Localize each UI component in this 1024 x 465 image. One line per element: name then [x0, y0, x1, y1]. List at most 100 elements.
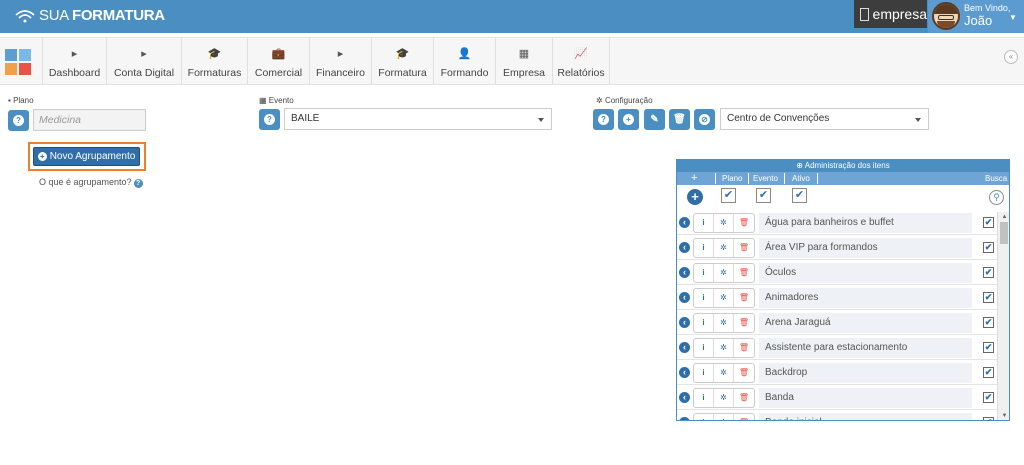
- item-active-checkbox[interactable]: ✔: [983, 267, 994, 278]
- info-icon[interactable]: i: [694, 414, 714, 420]
- nav-item-formaturas[interactable]: 🎓 Formaturas: [181, 38, 247, 85]
- item-name[interactable]: Água para banheiros e buffet: [759, 213, 972, 233]
- scroll-thumb[interactable]: [1000, 222, 1008, 244]
- panel-scrollbar[interactable]: ▲ ▼: [997, 212, 1009, 420]
- info-icon[interactable]: i: [694, 314, 714, 332]
- gear-icon[interactable]: ✲: [714, 339, 734, 357]
- trash-icon[interactable]: 🗑: [734, 214, 754, 232]
- trash-icon[interactable]: 🗑: [734, 389, 754, 407]
- config-add-button[interactable]: +: [618, 109, 639, 130]
- gear-icon[interactable]: ✲: [714, 314, 734, 332]
- evento-select[interactable]: BAILE: [284, 108, 552, 130]
- config-delete-button[interactable]: 🗑: [669, 109, 690, 130]
- item-name[interactable]: Animadores: [759, 288, 972, 308]
- company-name: empresa: [872, 6, 927, 22]
- trash-icon[interactable]: 🗑: [734, 339, 754, 357]
- trash-icon[interactable]: 🗑: [734, 264, 754, 282]
- scroll-down-icon[interactable]: ▼: [998, 411, 1009, 420]
- filter-evento-checkbox[interactable]: ✔: [756, 188, 771, 203]
- chevron-left-icon[interactable]: ‹: [679, 267, 690, 278]
- item-name[interactable]: Assistente para estacionamento: [759, 338, 972, 358]
- gear-icon[interactable]: ✲: [714, 214, 734, 232]
- nav-item-empresa[interactable]: ▦ Empresa: [495, 38, 552, 85]
- chevron-left-icon[interactable]: ‹: [679, 317, 690, 328]
- info-icon[interactable]: i: [694, 339, 714, 357]
- config-select[interactable]: Centro de Convenções: [720, 108, 929, 130]
- config-edit-button[interactable]: ✎: [644, 109, 665, 130]
- gear-icon[interactable]: ✲: [714, 414, 734, 420]
- nav-item-formando[interactable]: 👤 Formando: [433, 38, 495, 85]
- gear-icon[interactable]: ✲: [714, 239, 734, 257]
- item-name[interactable]: Área VIP para formandos: [759, 238, 972, 258]
- company-switcher[interactable]: empresa: [854, 0, 927, 28]
- config-help-button[interactable]: ?: [593, 109, 614, 130]
- nav-item-formatura[interactable]: 🎓 Formatura: [371, 38, 433, 85]
- item-active-checkbox[interactable]: ✔: [983, 367, 994, 378]
- panel-column-headers: + Plano Evento Ativo Busca: [677, 172, 1009, 185]
- gear-icon[interactable]: ✲: [714, 289, 734, 307]
- config-disable-button[interactable]: ⊘: [694, 109, 715, 130]
- brand-logo[interactable]: SUA FORMATURA: [14, 7, 165, 24]
- evento-help-button[interactable]: ?: [259, 109, 280, 130]
- chevron-left-icon[interactable]: ‹: [679, 292, 690, 303]
- info-icon[interactable]: i: [694, 239, 714, 257]
- trash-icon[interactable]: 🗑: [734, 314, 754, 332]
- item-active-checkbox[interactable]: ✔: [983, 392, 994, 403]
- gear-icon[interactable]: ✲: [714, 389, 734, 407]
- item-active-checkbox[interactable]: ✔: [983, 292, 994, 303]
- chevron-left-icon[interactable]: ‹: [679, 392, 690, 403]
- nav-item-relat-rios[interactable]: 📈 Relatórios: [552, 38, 609, 85]
- info-icon[interactable]: i: [694, 264, 714, 282]
- nav-item-financeiro[interactable]: ▸ Financeiro: [309, 38, 371, 85]
- trash-icon[interactable]: 🗑: [734, 289, 754, 307]
- search-icon[interactable]: ⚲: [989, 190, 1004, 205]
- add-item-button[interactable]: +: [687, 189, 703, 205]
- filter-plano-checkbox[interactable]: ✔: [721, 188, 736, 203]
- item-name[interactable]: Arena Jaraguá: [759, 313, 972, 333]
- nav-item-conta-digital[interactable]: ▸ Conta Digital: [106, 38, 181, 85]
- chevron-left-icon[interactable]: ‹: [679, 367, 690, 378]
- nav-item-dashboard[interactable]: ▸ Dashboard: [42, 38, 106, 85]
- info-icon[interactable]: i: [694, 214, 714, 232]
- novo-agrupamento-button[interactable]: + Novo Agrupamento: [33, 147, 140, 166]
- list-item: ‹ i ✲ 🗑 Arena Jaraguá ✔: [677, 312, 997, 335]
- list-item: ‹ i ✲ 🗑 Área VIP para formandos ✔: [677, 237, 997, 260]
- user-menu[interactable]: Bem Vindo, João ▼: [928, 0, 1024, 33]
- scroll-up-icon[interactable]: ▲: [998, 212, 1009, 222]
- plano-field[interactable]: Medicina: [33, 109, 146, 131]
- gear-icon[interactable]: ✲: [714, 364, 734, 382]
- info-icon[interactable]: i: [694, 389, 714, 407]
- chevron-left-icon[interactable]: ‹: [679, 417, 690, 420]
- chevron-down-icon: [538, 118, 544, 122]
- help-link[interactable]: O que é agrupamento??: [39, 177, 143, 188]
- item-name[interactable]: Banda inicial: [759, 413, 972, 420]
- apps-grid-icon[interactable]: [5, 49, 31, 75]
- chevron-left-icon[interactable]: ‹: [679, 342, 690, 353]
- nav-item-label: Formaturas: [187, 67, 242, 79]
- item-active-checkbox[interactable]: ✔: [983, 217, 994, 228]
- question-icon: ?: [264, 114, 275, 125]
- nav-item-comercial[interactable]: 💼 Comercial: [247, 38, 309, 85]
- chevron-left-icon[interactable]: ‹: [679, 242, 690, 253]
- trash-icon[interactable]: 🗑: [734, 364, 754, 382]
- chevron-left-icon[interactable]: ‹: [679, 217, 690, 228]
- item-active-checkbox[interactable]: ✔: [983, 417, 994, 420]
- item-name[interactable]: Óculos: [759, 263, 972, 283]
- item-active-checkbox[interactable]: ✔: [983, 342, 994, 353]
- trash-icon[interactable]: 🗑: [734, 239, 754, 257]
- chevron-down-icon: [915, 118, 921, 122]
- filter-ativo-checkbox[interactable]: ✔: [792, 188, 807, 203]
- gear-icon[interactable]: ✲: [714, 264, 734, 282]
- info-icon[interactable]: i: [694, 289, 714, 307]
- item-active-checkbox[interactable]: ✔: [983, 242, 994, 253]
- plano-help-button[interactable]: ?: [8, 110, 29, 131]
- item-name[interactable]: Backdrop: [759, 363, 972, 383]
- list-item: ‹ i ✲ 🗑 Backdrop ✔: [677, 362, 997, 385]
- top-bar: SUA FORMATURA empresa Bem Vindo, João ▼: [0, 0, 1024, 33]
- item-active-checkbox[interactable]: ✔: [983, 317, 994, 328]
- item-name[interactable]: Banda: [759, 388, 972, 408]
- info-icon[interactable]: i: [694, 364, 714, 382]
- collapse-icon[interactable]: «: [1004, 50, 1018, 64]
- trash-icon[interactable]: 🗑: [734, 414, 754, 420]
- row-actions: i✲🗑: [693, 413, 755, 420]
